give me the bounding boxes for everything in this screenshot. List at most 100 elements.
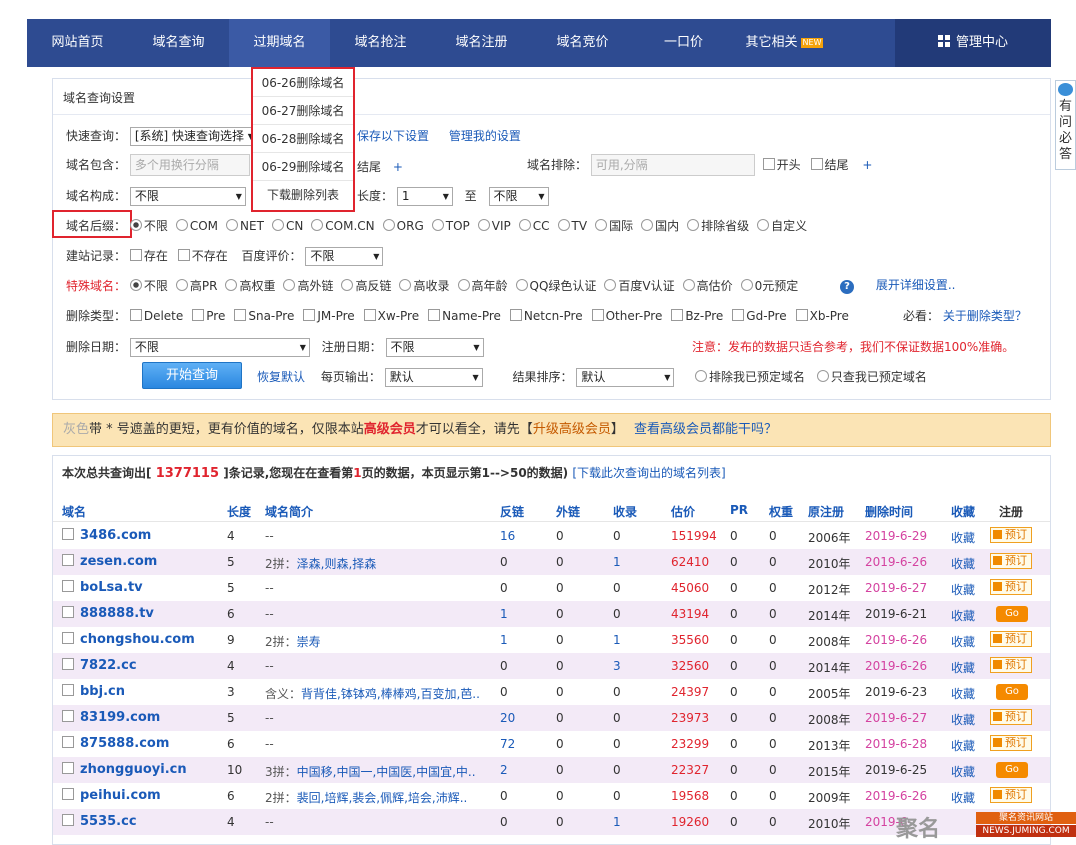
- side-qa-widget[interactable]: 有问必答: [1055, 80, 1076, 170]
- dropdown-item-0627[interactable]: 06-27删除域名: [253, 97, 353, 125]
- only-mine-radio[interactable]: 只查我已预定域名: [817, 368, 927, 385]
- domain-link[interactable]: 875888.com: [62, 736, 169, 751]
- col-header-11[interactable]: 收藏: [951, 503, 975, 520]
- col-header-5[interactable]: 收录: [613, 503, 637, 520]
- domain-link[interactable]: 888888.tv: [62, 606, 154, 621]
- go-button[interactable]: Go: [996, 606, 1028, 622]
- nav-home[interactable]: 网站首页: [27, 19, 128, 67]
- favorite-link[interactable]: 收藏: [951, 763, 975, 780]
- save-settings-link[interactable]: 保存以下设置: [357, 129, 429, 143]
- domain-link[interactable]: 5535.cc: [62, 814, 137, 829]
- favorite-link[interactable]: 收藏: [951, 685, 975, 702]
- special-radio-5[interactable]: 高收录: [399, 277, 449, 294]
- expand-settings-link[interactable]: 展开详细设置..: [876, 278, 956, 292]
- del-type-checkbox-10[interactable]: Xb-Pre: [796, 309, 849, 323]
- go-button[interactable]: Go: [996, 684, 1028, 700]
- add-exclude-button[interactable]: +: [862, 158, 872, 172]
- length-from-select[interactable]: 1: [396, 187, 453, 206]
- indexed-cell[interactable]: 1: [613, 555, 621, 569]
- domain-link[interactable]: 83199.com: [62, 710, 160, 725]
- reserve-button[interactable]: 预订: [990, 709, 1032, 725]
- sort-select[interactable]: 默认: [576, 368, 675, 387]
- col-header-4[interactable]: 外链: [556, 503, 580, 520]
- indexed-cell[interactable]: 1: [613, 633, 621, 647]
- col-header-1[interactable]: 长度: [227, 503, 251, 520]
- col-header-6[interactable]: 估价: [671, 503, 695, 520]
- del-type-checkbox-5[interactable]: Name-Pre: [428, 309, 501, 323]
- suffix-radio-2[interactable]: NET: [226, 219, 264, 233]
- favorite-link[interactable]: 收藏: [951, 555, 975, 572]
- favorite-link[interactable]: 收藏: [951, 789, 975, 806]
- baidu-select[interactable]: 不限: [305, 247, 384, 266]
- special-radio-1[interactable]: 高PR: [176, 277, 218, 294]
- suffix-radio-11[interactable]: 国内: [641, 217, 679, 234]
- backlink-cell[interactable]: 1: [500, 607, 508, 621]
- suffix-radio-8[interactable]: CC: [519, 219, 550, 233]
- add-contain-button[interactable]: +: [393, 160, 403, 174]
- col-header-7[interactable]: PR: [730, 503, 748, 517]
- exclude-tail-checkbox[interactable]: 结尾: [811, 156, 849, 173]
- suffix-radio-4[interactable]: COM.CN: [311, 219, 374, 233]
- vip-features-link[interactable]: 查看高级会员都能干吗？: [634, 422, 777, 437]
- suffix-radio-13[interactable]: 自定义: [757, 217, 807, 234]
- col-header-9[interactable]: 原注册: [808, 503, 844, 520]
- about-del-type-link[interactable]: 关于删除类型？: [943, 309, 1027, 323]
- nav-domain-query[interactable]: 域名查询: [128, 19, 229, 67]
- del-date-select[interactable]: 不限: [129, 338, 310, 357]
- del-type-checkbox-7[interactable]: Other-Pre: [592, 309, 663, 323]
- favorite-link[interactable]: 收藏: [951, 529, 975, 546]
- special-radio-4[interactable]: 高反链: [341, 277, 391, 294]
- reserve-button[interactable]: 预订: [990, 579, 1032, 595]
- exclude-mine-radio[interactable]: 排除我已预定域名: [695, 368, 805, 385]
- special-radio-9[interactable]: 高估价: [683, 277, 733, 294]
- dropdown-item-0628[interactable]: 06-28删除域名: [253, 125, 353, 153]
- domain-link[interactable]: zhongguoyi.cn: [62, 762, 187, 777]
- suffix-radio-3[interactable]: CN: [272, 219, 303, 233]
- suffix-radio-10[interactable]: 国际: [595, 217, 633, 234]
- nav-expired-domains[interactable]: 过期域名: [229, 19, 330, 67]
- suffix-radio-12[interactable]: 排除省级: [687, 217, 749, 234]
- favorite-link[interactable]: 收藏: [951, 607, 975, 624]
- suffix-radio-0[interactable]: 不限: [130, 217, 168, 234]
- nav-admin[interactable]: 管理中心: [895, 19, 1051, 67]
- backlink-cell[interactable]: 20: [500, 711, 515, 725]
- suffix-radio-1[interactable]: COM: [176, 219, 218, 233]
- nav-auction[interactable]: 域名竞价: [532, 19, 633, 67]
- del-type-checkbox-3[interactable]: JM-Pre: [303, 309, 354, 323]
- nav-register[interactable]: 域名注册: [431, 19, 532, 67]
- favorite-link[interactable]: 收藏: [951, 737, 975, 754]
- nav-snap[interactable]: 域名抢注: [330, 19, 431, 67]
- nav-other[interactable]: 其它相关 NEW: [734, 19, 835, 67]
- favorite-link[interactable]: 收藏: [951, 711, 975, 728]
- favorite-link[interactable]: 收藏: [951, 581, 975, 598]
- backlink-cell[interactable]: 2: [500, 763, 508, 777]
- help-icon[interactable]: ?: [840, 280, 854, 294]
- reserve-button[interactable]: 预订: [990, 527, 1032, 543]
- col-header-2[interactable]: 域名简介: [265, 503, 313, 520]
- del-type-checkbox-9[interactable]: Gd-Pre: [732, 309, 786, 323]
- indexed-cell[interactable]: 3: [613, 659, 621, 673]
- backlink-cell[interactable]: 16: [500, 529, 515, 543]
- reset-link[interactable]: 恢复默认: [257, 370, 305, 384]
- quick-select[interactable]: [系统] 快速查询选择: [129, 127, 258, 146]
- del-type-checkbox-8[interactable]: Bz-Pre: [671, 309, 723, 323]
- domain-link[interactable]: boLsa.tv: [62, 580, 143, 595]
- upgrade-vip-link[interactable]: 升级高级会员: [533, 422, 611, 437]
- site-exist-checkbox[interactable]: 存在: [130, 247, 168, 264]
- site-not-checkbox[interactable]: 不存在: [178, 247, 228, 264]
- suffix-radio-9[interactable]: TV: [558, 219, 588, 233]
- special-radio-3[interactable]: 高外链: [283, 277, 333, 294]
- length-to-select[interactable]: 不限: [488, 187, 549, 206]
- special-radio-10[interactable]: 0元预定: [741, 277, 799, 294]
- special-radio-8[interactable]: 百度V认证: [604, 277, 674, 294]
- col-header-8[interactable]: 权重: [769, 503, 793, 520]
- del-type-checkbox-2[interactable]: Sna-Pre: [234, 309, 294, 323]
- go-button[interactable]: Go: [996, 762, 1028, 778]
- indexed-cell[interactable]: 1: [613, 815, 621, 829]
- favorite-link[interactable]: 收藏: [951, 633, 975, 650]
- col-header-3[interactable]: 反链: [500, 503, 524, 520]
- dropdown-item-download[interactable]: 下载删除列表: [253, 181, 353, 209]
- del-type-checkbox-1[interactable]: Pre: [192, 309, 225, 323]
- nav-fixed-price[interactable]: 一口价: [633, 19, 734, 67]
- del-type-checkbox-4[interactable]: Xw-Pre: [364, 309, 419, 323]
